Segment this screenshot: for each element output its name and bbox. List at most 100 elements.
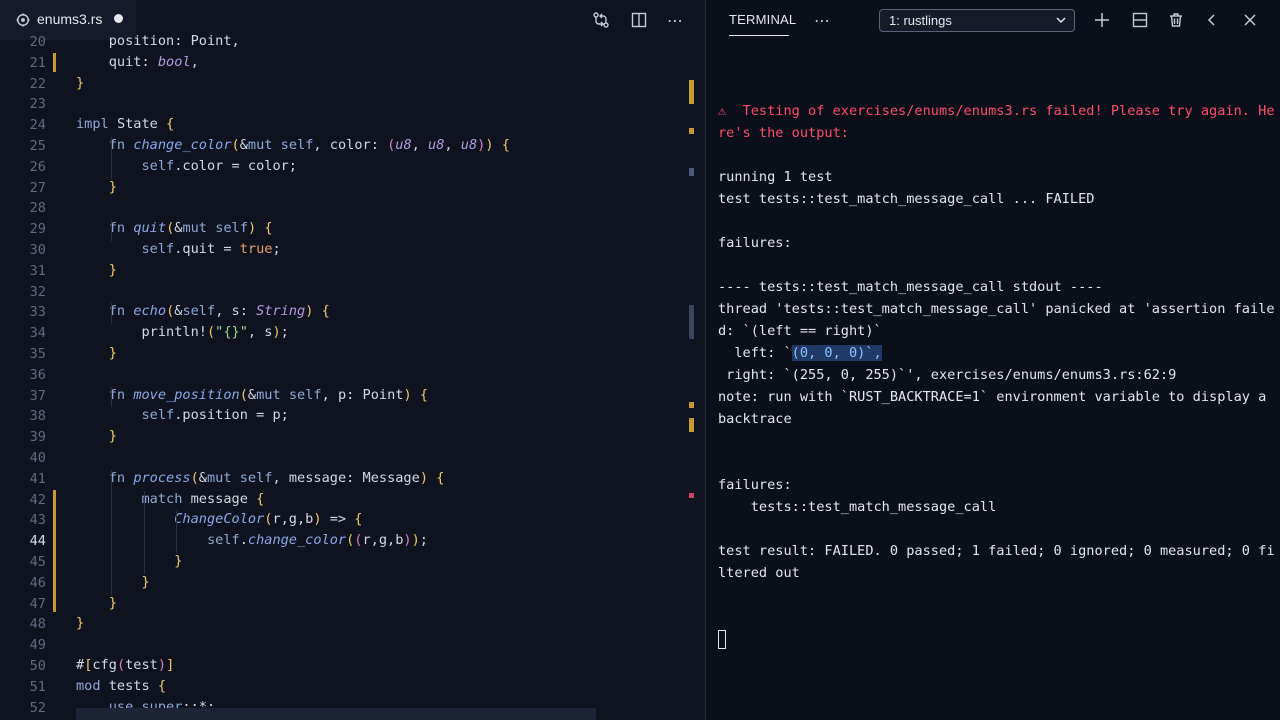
line-number[interactable]: 50 [0,658,46,674]
line-number[interactable]: 31 [0,263,46,279]
modified-line-marker[interactable] [53,52,56,72]
close-panel-button[interactable] [1238,8,1262,32]
terminal-line[interactable]: tests::test_match_message_call [718,496,997,518]
code-line[interactable]: } [76,551,182,572]
terminal-line[interactable]: ltered out [718,562,800,584]
unsaved-dot-icon[interactable] [114,14,123,23]
code-line[interactable]: self.position = p; [76,405,288,426]
line-number[interactable]: 41 [0,471,46,487]
terminal-line[interactable]: re's the output: [718,122,849,144]
collapse-panel-button[interactable] [1200,8,1224,32]
code-line[interactable]: self.quit = true; [76,239,280,260]
terminal-cursor [718,630,726,649]
terminal-shell-select[interactable]: 1: rustlings [879,9,1075,32]
line-number[interactable]: 28 [0,200,46,216]
line-number[interactable]: 38 [0,408,46,424]
line-number[interactable]: 26 [0,159,46,175]
terminal-line[interactable]: backtrace [718,408,792,430]
indent-guide [110,469,112,595]
terminal-line[interactable]: test result: FAILED. 0 passed; 1 failed;… [718,540,1275,562]
line-number[interactable]: 48 [0,616,46,632]
line-number[interactable]: 30 [0,242,46,258]
plus-icon [1095,13,1109,27]
tab-terminal[interactable]: TERMINAL [729,12,796,27]
line-number[interactable]: 20 [0,34,46,50]
line-number[interactable]: 42 [0,492,46,508]
terminal-line[interactable]: test tests::test_match_message_call ... … [718,188,1094,210]
terminal-line[interactable]: ⚠ Testing of exercises/enums/enums3.rs f… [718,100,1275,122]
line-number[interactable]: 32 [0,284,46,300]
kill-terminal-button[interactable] [1164,8,1188,32]
terminal-line[interactable]: ---- tests::test_match_message_call stdo… [718,276,1103,298]
terminal-line[interactable]: failures: [718,232,792,254]
line-number[interactable]: 25 [0,138,46,154]
line-number[interactable]: 22 [0,76,46,92]
line-number[interactable]: 52 [0,700,46,716]
split-terminal-icon [1132,12,1148,28]
code-line[interactable]: fn process(&mut self, message: Message) … [76,468,445,489]
line-number[interactable]: 47 [0,596,46,612]
terminal-line[interactable]: failures: [718,474,792,496]
code-line[interactable]: } [76,260,117,281]
overview-mark [689,80,694,104]
ellipsis-icon: ⋯ [667,10,683,30]
code-line[interactable]: fn change_color(&mut self, color: (u8, u… [76,135,510,156]
code-line[interactable]: impl State { [76,114,174,135]
code-line[interactable]: } [76,572,149,593]
split-editor-button[interactable] [627,8,651,32]
code-line[interactable]: quit: bool, [76,52,199,73]
code-line[interactable]: fn move_position(&mut self, p: Point) { [76,385,428,406]
code-line[interactable]: } [76,177,117,198]
line-number[interactable]: 39 [0,429,46,445]
line-number[interactable]: 27 [0,180,46,196]
line-number[interactable]: 43 [0,512,46,528]
open-changes-button[interactable] [589,8,613,32]
line-number[interactable]: 35 [0,346,46,362]
terminal-more-button[interactable]: ⋯ [810,8,834,32]
overview-ruler [689,40,695,720]
code-line[interactable]: } [76,343,117,364]
line-number[interactable]: 29 [0,221,46,237]
overview-mark [689,305,694,339]
code-line[interactable]: } [76,426,117,447]
line-number[interactable]: 37 [0,388,46,404]
line-number[interactable]: 34 [0,325,46,341]
new-terminal-button[interactable] [1090,8,1114,32]
code-line[interactable]: position: Point, [76,31,240,52]
terminal-line[interactable]: running 1 test [718,166,833,188]
code-line[interactable]: fn quit(&mut self) { [76,218,273,239]
more-actions-button[interactable]: ⋯ [663,8,687,32]
line-number[interactable]: 36 [0,367,46,383]
line-number[interactable]: 44 [0,533,46,549]
code-line[interactable]: #[cfg(test)] [76,655,174,676]
modified-line-marker[interactable] [53,489,56,613]
code-line[interactable]: match message { [76,489,264,510]
line-number[interactable]: 40 [0,450,46,466]
code-line[interactable]: } [76,73,84,94]
line-number[interactable]: 45 [0,554,46,570]
terminal-line[interactable]: right: `(255, 0, 255)`', exercises/enums… [718,364,1176,386]
split-editor-icon [631,12,647,28]
line-number[interactable]: 46 [0,575,46,591]
line-number[interactable]: 21 [0,55,46,71]
horizontal-scrollbar[interactable] [76,708,596,720]
terminal-line[interactable]: thread 'tests::test_match_message_call' … [718,298,1275,320]
code-line[interactable]: fn echo(&self, s: String) { [76,301,330,322]
code-line[interactable]: println!("{}", s); [76,322,288,343]
code-line[interactable]: } [76,613,84,634]
code-line[interactable]: self.color = color; [76,156,297,177]
line-number[interactable]: 51 [0,679,46,695]
indent-guide [143,490,145,574]
terminal-line[interactable]: note: run with `RUST_BACKTRACE=1` enviro… [718,386,1266,408]
line-number[interactable]: 49 [0,637,46,653]
terminal-line[interactable]: d: `(left == right)` [718,320,882,342]
terminal-line[interactable]: left: `(0, 0, 0)`, [718,342,882,364]
code-line[interactable]: mod tests { [76,676,166,697]
line-number[interactable]: 24 [0,117,46,133]
line-number[interactable]: 33 [0,304,46,320]
line-number[interactable]: 23 [0,96,46,112]
code-line[interactable]: self.change_color((r,g,b)); [76,530,428,551]
code-line[interactable]: ChangeColor(r,g,b) => { [76,509,362,530]
split-terminal-button[interactable] [1128,8,1152,32]
code-line[interactable]: } [76,593,117,614]
